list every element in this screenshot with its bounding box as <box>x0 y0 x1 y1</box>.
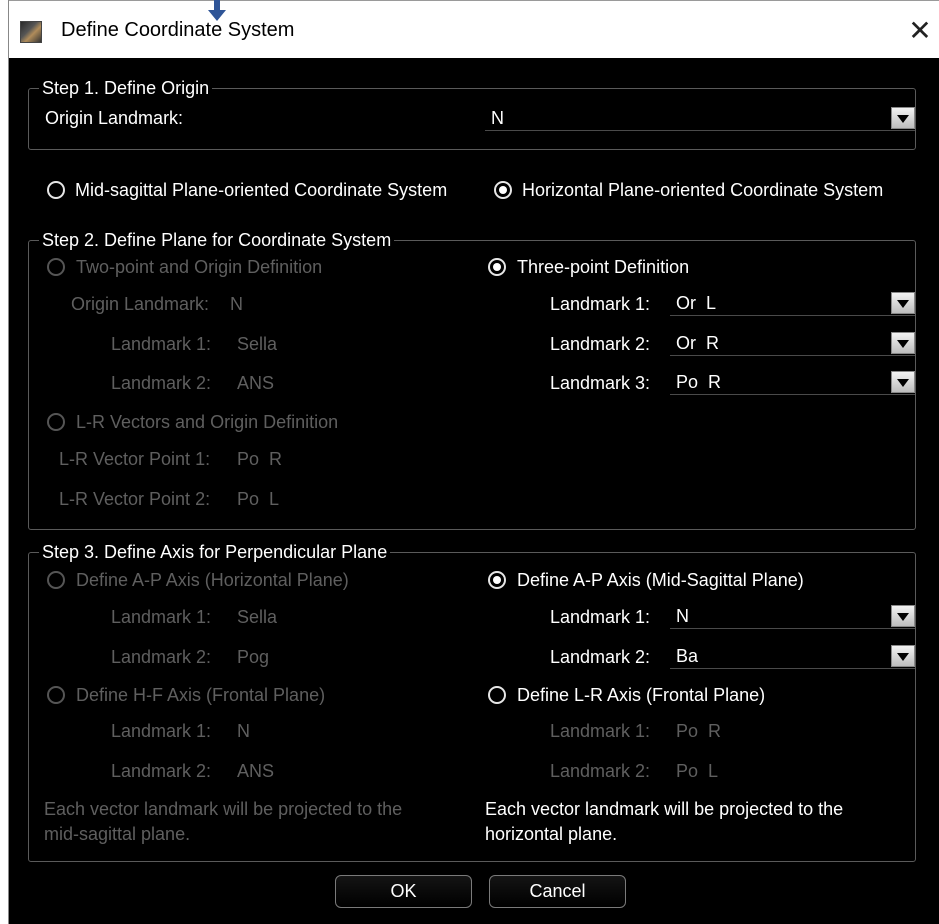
dialog-body: Step 1. Define Origin Origin Landmark: N… <box>9 58 939 924</box>
ap-midsagittal-label[interactable]: Define A-P Axis (Mid-Sagittal Plane) <box>517 570 804 591</box>
note-right-line1: Each vector landmark will be projected t… <box>485 799 844 819</box>
three-point-lm2-label: Landmark 2: <box>550 334 651 354</box>
three-point-lm3-label: Landmark 3: <box>550 373 651 393</box>
ap-horizontal-lm1-label: Landmark 1: <box>111 607 212 627</box>
app-logo-icon <box>20 21 42 43</box>
lr-frontal-radio[interactable] <box>488 686 506 704</box>
lr-frontal-lm2-label: Landmark 2: <box>550 761 651 781</box>
ap-horizontal-lm2-value: Pog <box>237 647 270 667</box>
three-point-lm1-value: Or L <box>676 293 717 313</box>
lr-vector-p2-label: L-R Vector Point 2: <box>59 489 211 509</box>
marker-arrow-icon <box>208 0 226 21</box>
step2-legend: Step 2. Define Plane for Coordinate Syst… <box>39 230 395 251</box>
three-point-lm1-combo[interactable]: Or L <box>670 292 915 316</box>
three-point-lm3-combo[interactable]: Po R <box>670 371 915 395</box>
step3-legend: Step 3. Define Axis for Perpendicular Pl… <box>39 542 391 563</box>
ap-horizontal-radio[interactable] <box>47 571 65 589</box>
title-bar[interactable]: Define Coordinate System ✕ <box>9 0 939 59</box>
dropdown-arrow-icon[interactable] <box>891 332 915 354</box>
close-button[interactable]: ✕ <box>900 11 939 51</box>
lr-vectors-label[interactable]: L-R Vectors and Origin Definition <box>76 412 338 433</box>
dropdown-arrow-icon[interactable] <box>891 107 915 129</box>
ap-horizontal-label[interactable]: Define A-P Axis (Horizontal Plane) <box>76 570 349 591</box>
midsagittal-radio[interactable] <box>47 181 65 199</box>
note-right-line2: horizontal plane. <box>485 824 618 844</box>
three-point-lm2-combo[interactable]: Or R <box>670 332 915 356</box>
midsagittal-label[interactable]: Mid-sagittal Plane-oriented Coordinate S… <box>75 180 447 201</box>
three-point-lm3-value: Po R <box>676 372 722 392</box>
hf-frontal-radio[interactable] <box>47 686 65 704</box>
three-point-lm1-label: Landmark 1: <box>550 294 651 314</box>
lr-frontal-lm1-label: Landmark 1: <box>550 721 651 741</box>
ap-horizontal-lm2-label: Landmark 2: <box>111 647 212 667</box>
lr-frontal-lm1-value: Po R <box>676 721 722 741</box>
step1-origin-label: Origin Landmark: <box>45 108 184 128</box>
three-point-lm2-value: Or R <box>676 333 719 353</box>
three-point-radio[interactable] <box>488 258 506 276</box>
ok-button[interactable]: OK <box>335 875 472 908</box>
lr-frontal-lm2-value: Po L <box>676 761 719 781</box>
ap-midsagittal-lm2-combo[interactable]: Ba <box>670 645 915 669</box>
two-point-lm2-value: ANS <box>237 373 275 393</box>
window-title: Define Coordinate System <box>61 19 295 41</box>
two-point-lm1-label: Landmark 1: <box>111 334 212 354</box>
ap-midsagittal-radio[interactable] <box>488 571 506 589</box>
lr-vector-p1-value: Po R <box>237 449 283 469</box>
hf-frontal-lm1-value: N <box>237 721 250 741</box>
note-left-line1: Each vector landmark will be projected t… <box>44 799 403 819</box>
dropdown-arrow-icon[interactable] <box>891 645 915 667</box>
ap-horizontal-lm1-value: Sella <box>237 607 278 627</box>
dialog-window: Define Coordinate System ✕ Step 1. Defin… <box>8 0 939 924</box>
two-point-radio[interactable] <box>47 258 65 276</box>
hf-frontal-lm2-value: ANS <box>237 761 275 781</box>
ap-midsagittal-lm1-value: N <box>676 606 689 626</box>
dropdown-arrow-icon[interactable] <box>891 371 915 393</box>
cancel-button[interactable]: Cancel <box>489 875 626 908</box>
dropdown-arrow-icon[interactable] <box>891 292 915 314</box>
hf-frontal-lm2-label: Landmark 2: <box>111 761 212 781</box>
lr-frontal-label[interactable]: Define L-R Axis (Frontal Plane) <box>517 685 765 706</box>
three-point-label[interactable]: Three-point Definition <box>517 257 689 278</box>
ap-midsagittal-lm2-label: Landmark 2: <box>550 647 651 667</box>
horizontal-radio[interactable] <box>494 181 512 199</box>
two-point-origin-value: N <box>230 294 243 314</box>
step1-legend: Step 1. Define Origin <box>39 78 213 99</box>
hf-frontal-lm1-label: Landmark 1: <box>111 721 212 741</box>
lr-vector-p1-label: L-R Vector Point 1: <box>59 449 211 469</box>
hf-frontal-label[interactable]: Define H-F Axis (Frontal Plane) <box>76 685 325 706</box>
ap-midsagittal-lm1-combo[interactable]: N <box>670 605 915 629</box>
note-left-line2: mid-sagittal plane. <box>44 824 191 844</box>
dropdown-arrow-icon[interactable] <box>891 605 915 627</box>
ap-midsagittal-lm2-value: Ba <box>676 646 699 666</box>
two-point-lm1-value: Sella <box>237 334 278 354</box>
step1-origin-combo[interactable]: N <box>485 107 915 131</box>
two-point-origin-label: Origin Landmark: <box>71 294 210 314</box>
two-point-lm2-label: Landmark 2: <box>111 373 212 393</box>
step1-origin-value: N <box>491 108 504 128</box>
lr-vectors-radio[interactable] <box>47 413 65 431</box>
ap-midsagittal-lm1-label: Landmark 1: <box>550 607 651 627</box>
two-point-label[interactable]: Two-point and Origin Definition <box>76 257 322 278</box>
lr-vector-p2-value: Po L <box>237 489 280 509</box>
horizontal-label[interactable]: Horizontal Plane-oriented Coordinate Sys… <box>522 180 883 201</box>
